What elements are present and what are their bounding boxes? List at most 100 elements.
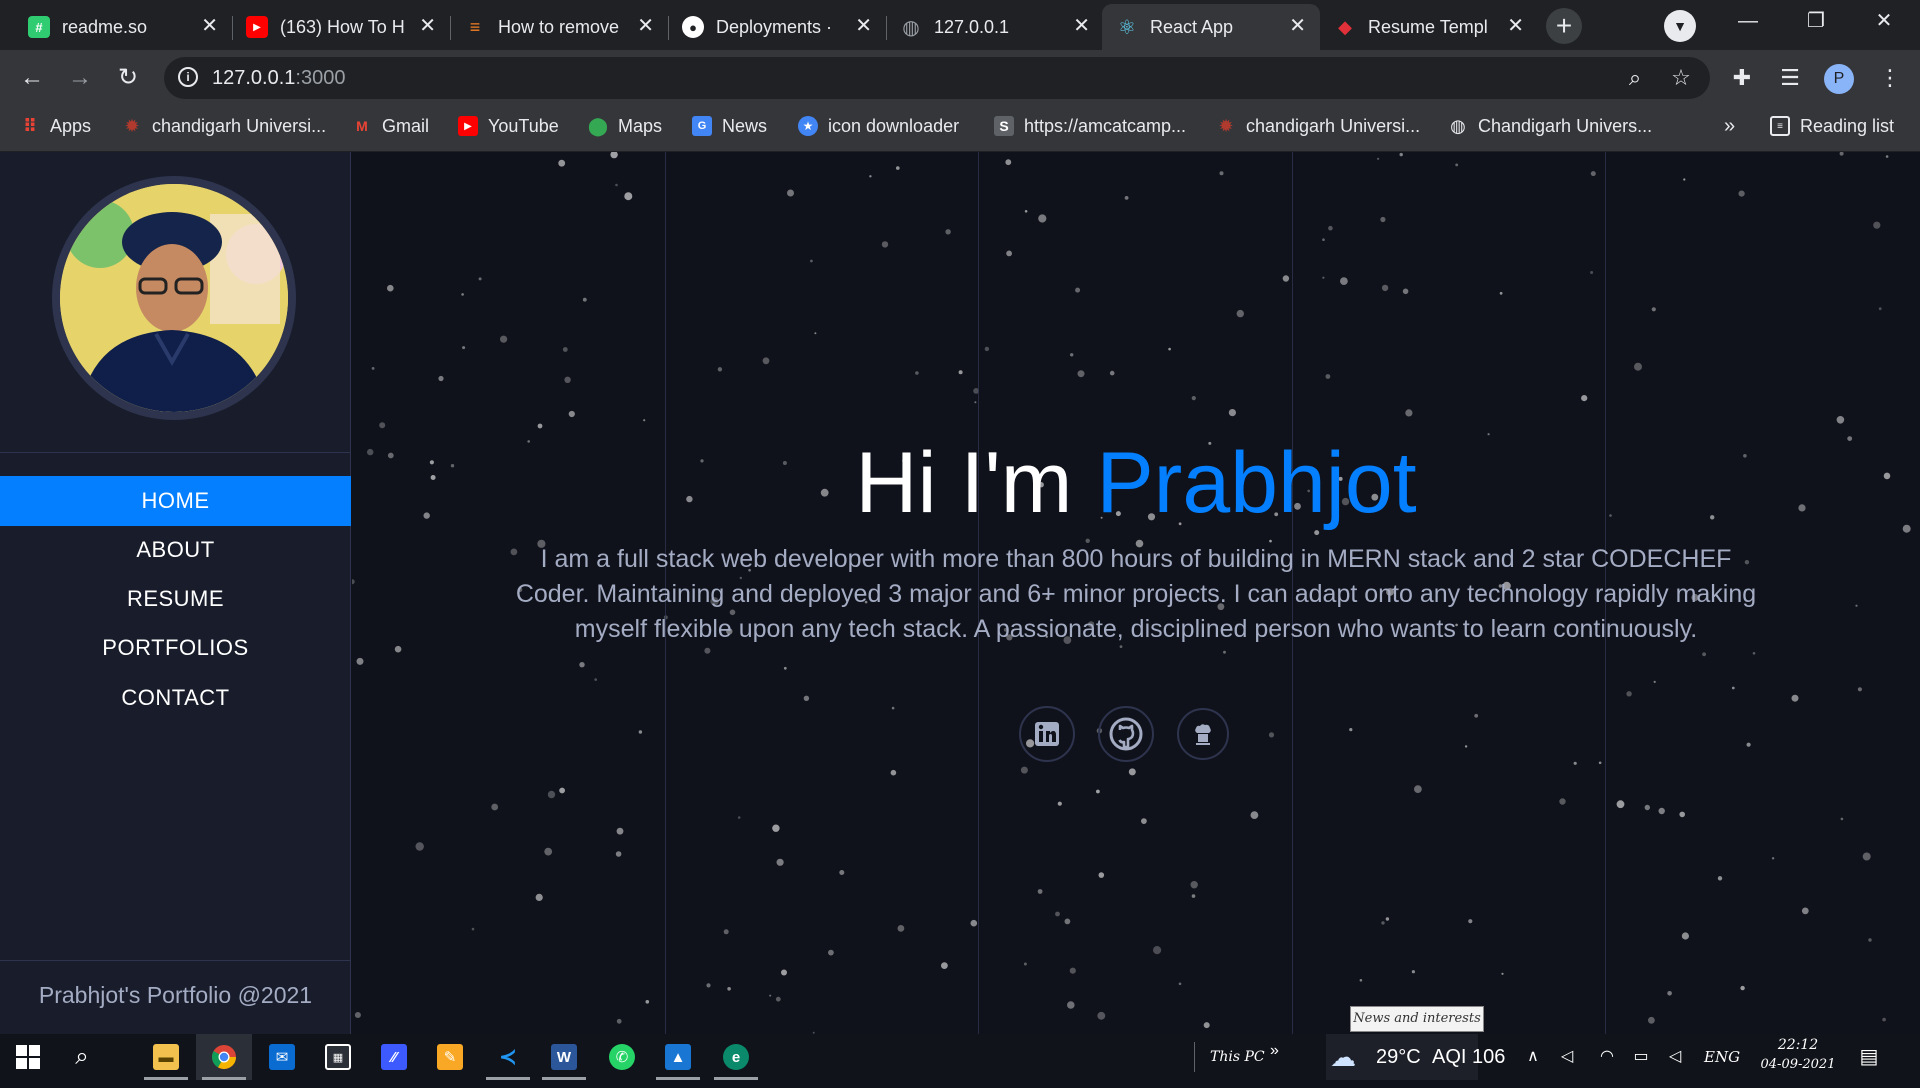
particle-dot [1801,907,1809,915]
bookmark-star-icon[interactable]: ☆ [1666,63,1696,93]
toolbar-overflow-chevron-icon[interactable]: » [1270,1028,1279,1074]
start-button[interactable] [0,1034,56,1080]
bookmarks-overflow-chevron-icon[interactable]: » [1724,106,1735,146]
tab-readme[interactable]: # readme.so ✕ [14,4,233,50]
taskbar-vscode[interactable]: ≺ [480,1034,536,1080]
tab-react-app[interactable]: ⚛ React App ✕ [1102,4,1320,50]
this-pc-toolbar[interactable]: This PC [1210,1034,1265,1080]
chrome-menu-icon[interactable]: ⋮ [1874,62,1906,94]
particle-dot [737,816,741,819]
reload-icon[interactable]: ↻ [110,60,146,96]
close-tab-icon[interactable]: ✕ [201,16,218,36]
tab-youtube[interactable]: ▶ (163) How To H ✕ [232,4,451,50]
nav-resume[interactable]: RESUME [0,574,351,624]
taskbar-chrome[interactable] [196,1034,252,1080]
speaker-icon[interactable]: ◁ [1556,1046,1578,1068]
particle-dot [478,277,482,281]
particle-dot [1153,946,1162,955]
profile-avatar-icon[interactable]: P [1824,64,1854,94]
bookmark-chandigarh-univers[interactable]: ◍ Chandigarh Univers... [1448,106,1652,146]
tab-localhost[interactable]: ◍ 127.0.0.1 ✕ [886,4,1104,50]
taskbar-edge[interactable]: e [708,1034,764,1080]
bookmark-icon-downloader[interactable]: ★ icon downloader [798,106,959,146]
taskbar-whatsapp[interactable]: ✆ [594,1034,650,1080]
taskbar-store[interactable]: ▦ [310,1034,366,1080]
bookmark-chandigarh-university-1[interactable]: ✹ chandigarh Universi... [122,106,326,146]
hero-name: Prabhjot [1096,435,1417,531]
address-bar[interactable]: i 127.0.0.1:3000 ⌕ ☆ [164,57,1710,99]
close-window-icon[interactable]: ✕ [1864,6,1904,36]
tab-stackoverflow[interactable]: ≡ How to remove ✕ [450,4,669,50]
url-text[interactable]: 127.0.0.1:3000 [212,67,345,90]
tab-search-chevron-icon[interactable]: ▼ [1664,10,1696,42]
nav-about[interactable]: ABOUT [0,525,351,575]
particle-dot [610,152,618,159]
taskbar-mail[interactable]: ✉ [254,1034,310,1080]
close-tab-icon[interactable]: ✕ [1289,16,1306,36]
codechef-icon [1195,724,1211,745]
reading-list-button[interactable]: ≡ Reading list [1770,106,1894,146]
nav-portfolios[interactable]: PORTFOLIOS [0,623,351,673]
particle-dot [984,346,990,352]
media-queue-icon[interactable]: ☰ [1774,62,1806,94]
taskbar-visual-studio[interactable]: ⁄⁄ [366,1034,422,1080]
bookmark-label: icon downloader [828,115,960,136]
zoom-icon[interactable]: ⌕ [1620,63,1650,93]
notifications-icon[interactable]: ▤ [1858,1046,1880,1068]
site-info-icon[interactable]: i [178,67,198,87]
bookmark-apps[interactable]: ⠿ Apps [20,106,91,146]
back-arrow-icon[interactable]: ← [14,60,50,96]
close-tab-icon[interactable]: ✕ [1507,16,1524,36]
linkedin-link[interactable] [1019,706,1075,762]
wifi-icon[interactable]: ◠ [1596,1046,1618,1068]
particle-dot [491,803,499,811]
system-clock[interactable]: 22:12 04-09-2021 [1760,1034,1836,1080]
university-icon: ✹ [124,115,140,136]
bookmark-amcatcamp[interactable]: S https://amcatcamp... [994,106,1186,146]
input-language[interactable]: ENG [1704,1034,1740,1080]
browser-tab-strip: # readme.so ✕ ▶ (163) How To H ✕ ≡ How t… [0,0,1920,50]
forward-arrow-icon[interactable]: → [62,60,98,96]
close-tab-icon[interactable]: ✕ [637,16,654,36]
tab-github-deployments[interactable]: ● Deployments · ✕ [668,4,887,50]
whatsapp-icon: ✆ [609,1044,635,1070]
nav-contact[interactable]: CONTACT [0,673,351,723]
bookmark-news[interactable]: G News [692,106,767,146]
codechef-link[interactable] [1177,708,1229,760]
taskbar-photos[interactable]: ▲ [650,1034,706,1080]
particle-dot [1683,178,1686,181]
restore-window-icon[interactable]: ❐ [1796,6,1836,36]
volume-icon[interactable]: ◁ [1664,1046,1686,1068]
particle-dot [1098,872,1105,878]
particle-dot [1399,152,1403,157]
new-tab-button[interactable]: + [1546,8,1582,44]
show-hidden-icons-chevron-icon[interactable]: ∧ [1522,1046,1544,1068]
bookmark-gmail[interactable]: M Gmail [352,106,429,146]
taskbar-word[interactable]: W [536,1034,592,1080]
taskbar-file-explorer[interactable]: ▬ [138,1034,194,1080]
github-link[interactable] [1098,706,1154,762]
particle-dot [1064,918,1071,925]
particle-dot [1878,307,1882,311]
close-tab-icon[interactable]: ✕ [1073,16,1090,36]
battery-icon[interactable]: ▭ [1630,1046,1652,1068]
particle-dot [415,842,424,851]
close-tab-icon[interactable]: ✕ [855,16,872,36]
extensions-puzzle-icon[interactable]: ✚ [1726,62,1758,94]
bookmark-label: chandigarh Universi... [152,115,327,136]
close-tab-icon[interactable]: ✕ [419,16,436,36]
github-icon [1109,717,1143,751]
particle-dot [828,949,834,956]
nav-home[interactable]: HOME [0,476,351,526]
particle-dot [1190,881,1198,889]
bookmark-youtube[interactable]: ▶ YouTube [458,106,559,146]
minimize-icon[interactable]: — [1728,6,1768,36]
particle-dot [881,241,889,248]
particle-dot [1840,817,1844,821]
bookmark-chandigarh-university-2[interactable]: ✹ chandigarh Universi... [1216,106,1420,146]
bookmark-maps[interactable]: ⬤ Maps [588,106,662,146]
particle-dot [559,787,565,794]
search-icon[interactable]: ⌕ [54,1034,110,1080]
taskbar-notes[interactable]: ✎ [422,1034,478,1080]
tab-resume-template[interactable]: ◆ Resume Templ ✕ [1320,4,1538,50]
